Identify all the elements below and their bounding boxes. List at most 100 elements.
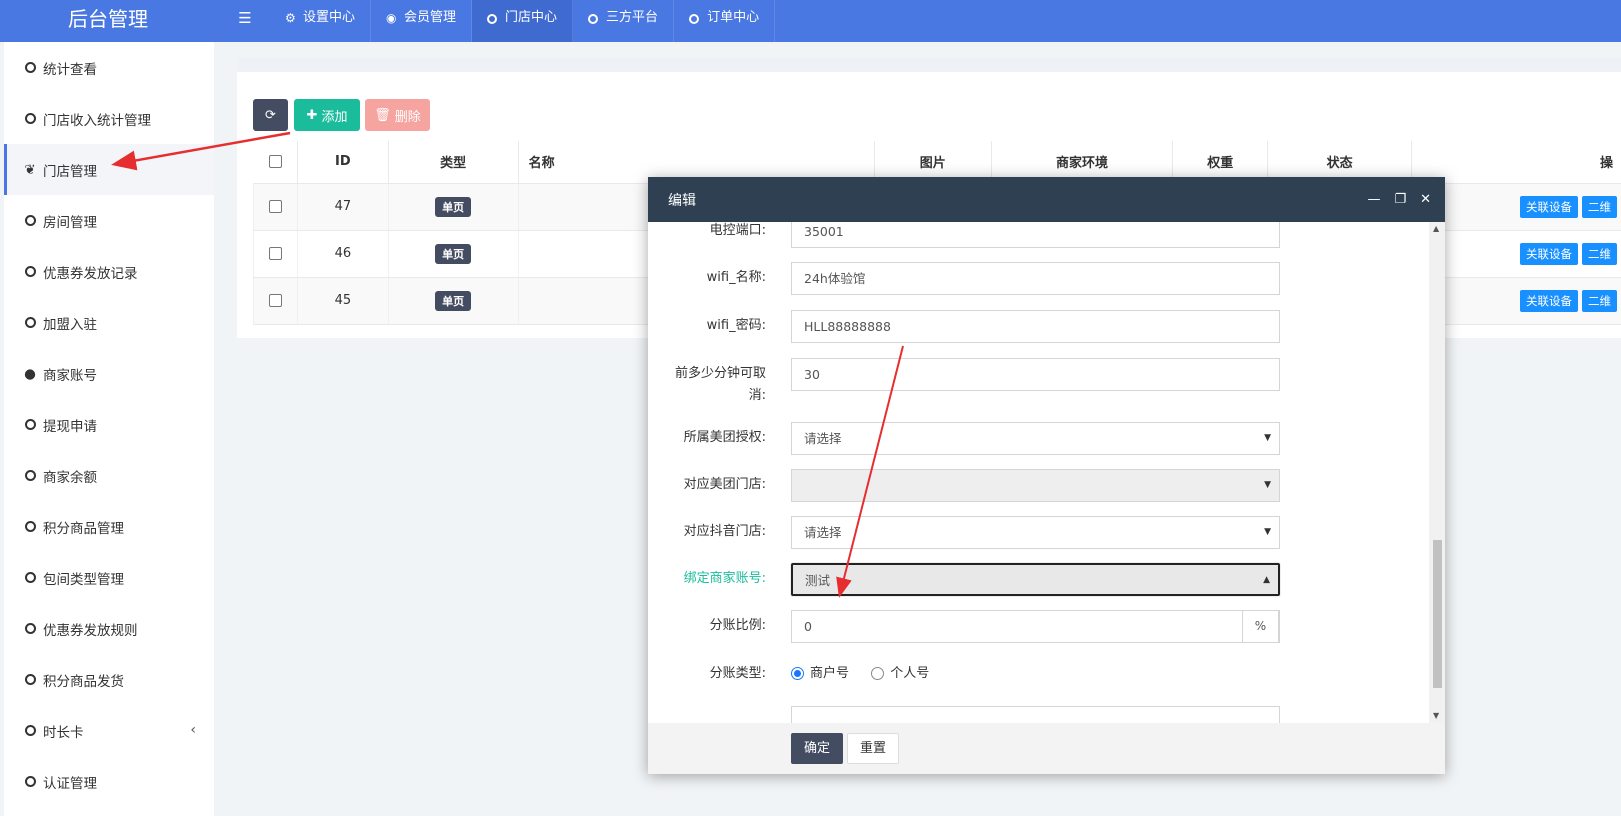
sidebar-item-coupon-records[interactable]: 优惠券发放记录 bbox=[4, 246, 214, 297]
menu-toggle-icon[interactable]: ☰ bbox=[230, 0, 260, 42]
circle-icon bbox=[23, 520, 37, 534]
port-input[interactable]: 35001 bbox=[791, 222, 1280, 248]
top-navbar: 后台管理 ☰ ⚙ 设置中心 ◉ 会员管理 门店中心 三方平台 订单中心 bbox=[0, 0, 1621, 42]
sidebar-item-rooms[interactable]: 房间管理 bbox=[4, 195, 214, 246]
select-all-checkbox[interactable] bbox=[268, 155, 282, 169]
sidebar: 统计查看 门店收入统计管理 ❦ 门店管理 房间管理 优惠券发放记录 加盟入驻 ● 商… bbox=[4, 42, 214, 816]
wifi-name-input[interactable]: 24h体验馆 bbox=[791, 262, 1280, 295]
partial-input[interactable] bbox=[791, 706, 1280, 723]
sidebar-item-points-shipping[interactable]: 积分商品发货 bbox=[4, 654, 214, 705]
douyin-store-label: 对应抖音门店: bbox=[683, 524, 766, 539]
topnav-label: 会员管理 bbox=[404, 10, 457, 25]
meituan-auth-select[interactable]: 请选择 ▼ bbox=[791, 422, 1280, 455]
dialog-controls: — ❐ ✕ bbox=[1367, 177, 1431, 222]
select-all-cell bbox=[253, 141, 298, 184]
sidebar-item-time-card[interactable]: 时长卡 ‹ bbox=[4, 705, 214, 756]
panel-header-strip bbox=[237, 57, 1621, 72]
sidebar-item-label: 认证管理 bbox=[43, 775, 97, 792]
split-type-radios: 商户号 个人号 bbox=[791, 663, 929, 685]
row-type-cell: 单页 bbox=[387, 183, 519, 231]
row-checkbox[interactable] bbox=[268, 247, 282, 260]
topnav-members[interactable]: ◉ 会员管理 bbox=[371, 0, 473, 42]
merchant-account-value: 测试 bbox=[805, 573, 831, 588]
sidebar-item-coupon-rules[interactable]: 优惠券发放规则 bbox=[4, 603, 214, 654]
row-checkbox[interactable] bbox=[268, 200, 282, 213]
link-device-button[interactable]: 关联设备 bbox=[1520, 242, 1578, 265]
scroll-up-icon[interactable]: ▲ bbox=[1433, 224, 1439, 233]
sidebar-item-withdrawals[interactable]: 提现申请 bbox=[4, 399, 214, 450]
topnav-label: 门店中心 bbox=[505, 10, 558, 25]
row-select-cell bbox=[253, 277, 298, 325]
wifi-password-input[interactable]: HLL88888888 bbox=[791, 310, 1280, 343]
cancel-minutes-input[interactable]: 30 bbox=[791, 358, 1280, 391]
scrollbar-thumb[interactable] bbox=[1433, 540, 1442, 688]
merchant-account-select[interactable]: 测试 ▲ bbox=[791, 563, 1280, 596]
maximize-icon[interactable]: ❐ bbox=[1394, 192, 1406, 207]
minimize-icon[interactable]: — bbox=[1367, 192, 1380, 207]
confirm-button[interactable]: 确定 bbox=[791, 733, 843, 764]
link-device-button[interactable]: 关联设备 bbox=[1520, 289, 1578, 312]
add-button-label: 添加 bbox=[321, 109, 348, 125]
link-device-button[interactable]: 关联设备 bbox=[1520, 195, 1578, 218]
row-id: 45 bbox=[296, 277, 389, 325]
topnav-stores[interactable]: 门店中心 bbox=[472, 0, 574, 42]
topnav-label: 订单中心 bbox=[707, 10, 760, 25]
topnav-settings[interactable]: ⚙ 设置中心 bbox=[270, 0, 372, 42]
meituan-store-select[interactable]: ▼ bbox=[791, 469, 1280, 502]
sidebar-item-merchant-accounts[interactable]: ● 商家账号 bbox=[4, 348, 214, 399]
sidebar-item-store-management[interactable]: ❦ 门店管理 bbox=[4, 144, 214, 195]
radio-personal[interactable] bbox=[871, 667, 885, 680]
refresh-button[interactable]: ⟳ bbox=[253, 99, 288, 131]
sidebar-item-merchant-balance[interactable]: 商家余额 bbox=[4, 450, 214, 501]
circle-icon bbox=[23, 418, 37, 432]
radio-merchant-label[interactable]: 商户号 bbox=[810, 666, 849, 681]
col-id[interactable]: ID bbox=[296, 141, 389, 184]
sidebar-item-label: 商家账号 bbox=[43, 367, 97, 384]
circle-icon bbox=[23, 673, 37, 687]
sidebar-item-points-goods[interactable]: 积分商品管理 bbox=[4, 501, 214, 552]
reset-button[interactable]: 重置 bbox=[847, 733, 899, 764]
split-ratio-label: 分账比例: bbox=[709, 618, 766, 633]
qr-code-button[interactable]: 二维 bbox=[1582, 195, 1617, 218]
circle-icon bbox=[487, 0, 499, 36]
brand-title: 后台管理 bbox=[68, 7, 148, 31]
delete-button[interactable]: 🗑 删除 bbox=[365, 99, 430, 131]
split-ratio-input[interactable]: 0% bbox=[791, 610, 1280, 643]
add-button[interactable]: ✚ 添加 bbox=[294, 99, 360, 131]
sidebar-item-stats[interactable]: 统计查看 bbox=[4, 42, 214, 93]
douyin-store-select[interactable]: 请选择 ▼ bbox=[791, 516, 1280, 549]
sidebar-item-franchise[interactable]: 加盟入驻 bbox=[4, 297, 214, 348]
col-type[interactable]: 类型 bbox=[387, 141, 519, 184]
topnav-third-party[interactable]: 三方平台 bbox=[573, 0, 675, 42]
radio-merchant[interactable] bbox=[791, 667, 804, 680]
sidebar-item-label: 包间类型管理 bbox=[43, 571, 124, 588]
sidebar-item-label: 房间管理 bbox=[43, 214, 97, 231]
row-select-cell bbox=[253, 230, 298, 278]
caret-down-icon: ▼ bbox=[1264, 433, 1271, 443]
circle-icon bbox=[23, 214, 37, 228]
qr-code-button[interactable]: 二维 bbox=[1582, 242, 1617, 265]
row-id: 46 bbox=[296, 230, 389, 278]
row-checkbox[interactable] bbox=[268, 294, 282, 307]
circle-icon bbox=[23, 571, 37, 585]
qr-code-button[interactable]: 二维 bbox=[1582, 289, 1617, 312]
close-icon[interactable]: ✕ bbox=[1420, 192, 1431, 207]
topnav-label: 三方平台 bbox=[606, 10, 659, 25]
caret-down-icon: ▼ bbox=[1264, 527, 1271, 537]
dialog-footer: 确定 重置 bbox=[648, 723, 1445, 774]
sidebar-item-label: 积分商品发货 bbox=[43, 673, 124, 690]
sidebar-item-room-types[interactable]: 包间类型管理 bbox=[4, 552, 214, 603]
topnav-orders[interactable]: 订单中心 bbox=[674, 0, 776, 42]
port-label: 电控端口: bbox=[709, 223, 766, 238]
sidebar-item-label: 门店收入统计管理 bbox=[43, 112, 151, 129]
chevron-left-icon: ‹ bbox=[190, 722, 196, 738]
row-type-cell: 单页 bbox=[387, 277, 519, 325]
sidebar-item-certification[interactable]: 认证管理 bbox=[4, 756, 214, 807]
dialog-scrollbar[interactable]: ▲ ▼ bbox=[1429, 222, 1445, 723]
cogs-icon: ⚙ bbox=[285, 11, 296, 25]
topnav-label: 设置中心 bbox=[303, 10, 356, 25]
sidebar-item-store-income[interactable]: 门店收入统计管理 bbox=[4, 93, 214, 144]
radio-personal-label[interactable]: 个人号 bbox=[890, 666, 929, 681]
circle-icon bbox=[23, 61, 37, 75]
scroll-down-icon[interactable]: ▼ bbox=[1433, 711, 1439, 720]
